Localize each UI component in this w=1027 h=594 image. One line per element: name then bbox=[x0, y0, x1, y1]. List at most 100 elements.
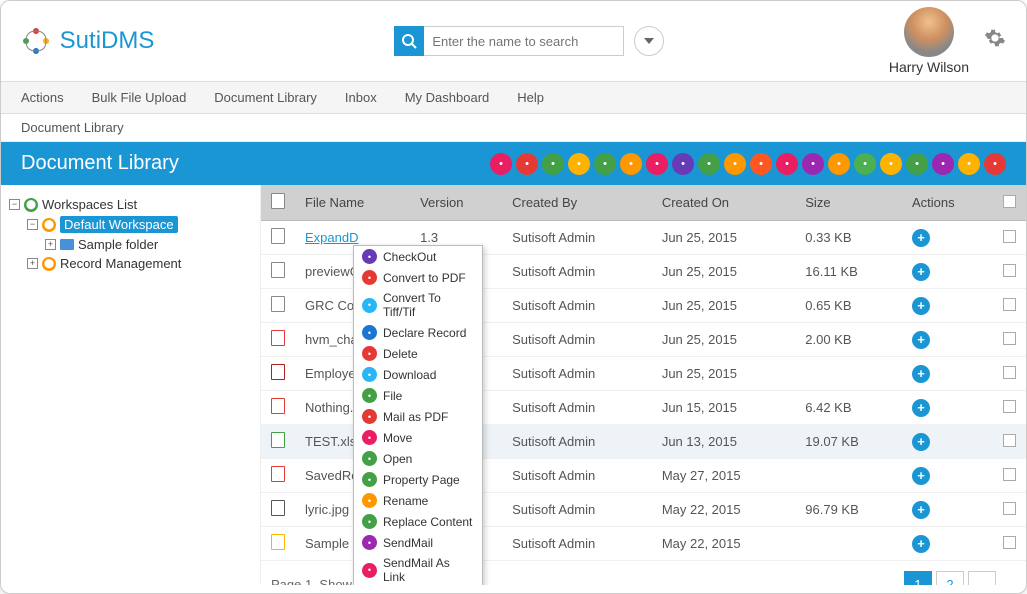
context-menu-item[interactable]: •Open bbox=[354, 448, 482, 469]
toolbar-icon[interactable]: • bbox=[490, 153, 512, 175]
row-checkbox[interactable] bbox=[1003, 298, 1016, 311]
context-item-icon: • bbox=[362, 346, 377, 361]
context-menu-item[interactable]: •Convert to PDF bbox=[354, 267, 482, 288]
table-header[interactable] bbox=[261, 185, 295, 221]
toolbar-icon[interactable]: • bbox=[516, 153, 538, 175]
workspace-icon: ⬤ bbox=[24, 198, 38, 212]
toolbar-icon[interactable]: • bbox=[646, 153, 668, 175]
context-menu-item[interactable]: •File bbox=[354, 385, 482, 406]
table-header[interactable]: Version bbox=[410, 185, 502, 221]
row-actions-button[interactable]: + bbox=[912, 229, 930, 247]
row-checkbox[interactable] bbox=[1003, 468, 1016, 481]
toolbar-icon[interactable]: • bbox=[984, 153, 1006, 175]
table-header[interactable]: Created On bbox=[652, 185, 795, 221]
avatar[interactable] bbox=[904, 7, 954, 57]
menu-item[interactable]: Inbox bbox=[345, 90, 377, 105]
context-menu-item[interactable]: •Convert To Tiff/Tif bbox=[354, 288, 482, 322]
table-header[interactable]: Created By bbox=[502, 185, 652, 221]
context-menu-item[interactable]: •Delete bbox=[354, 343, 482, 364]
toolbar-icon[interactable]: • bbox=[906, 153, 928, 175]
context-menu-item[interactable]: •Rename bbox=[354, 490, 482, 511]
context-menu-item[interactable]: •Download bbox=[354, 364, 482, 385]
table-header[interactable] bbox=[993, 185, 1026, 221]
tree-default-workspace[interactable]: − ⬤ Default Workspace bbox=[9, 214, 252, 235]
menu-item[interactable]: Actions bbox=[21, 90, 64, 105]
created-on-cell: Jun 25, 2015 bbox=[652, 323, 795, 357]
toolbar-icon[interactable]: • bbox=[880, 153, 902, 175]
toolbar-icon[interactable]: • bbox=[542, 153, 564, 175]
context-menu-item[interactable]: •Declare Record bbox=[354, 322, 482, 343]
tree-sample-folder[interactable]: + Sample folder bbox=[9, 235, 252, 254]
toolbar-icon[interactable]: • bbox=[828, 153, 850, 175]
search-input[interactable] bbox=[424, 26, 624, 56]
tree-toggle-icon[interactable]: + bbox=[27, 258, 38, 269]
gear-icon[interactable] bbox=[984, 27, 1006, 55]
search-wrap bbox=[394, 26, 664, 56]
row-checkbox[interactable] bbox=[1003, 400, 1016, 413]
row-checkbox[interactable] bbox=[1003, 502, 1016, 515]
toolbar-icon[interactable]: • bbox=[594, 153, 616, 175]
tree-root[interactable]: − ⬤ Workspaces List bbox=[9, 195, 252, 214]
row-checkbox[interactable] bbox=[1003, 230, 1016, 243]
created-by-cell: Sutisoft Admin bbox=[502, 221, 652, 255]
toolbar-icon[interactable]: • bbox=[776, 153, 798, 175]
pager-button[interactable]: → bbox=[968, 571, 996, 585]
row-checkbox[interactable] bbox=[1003, 434, 1016, 447]
menu-item[interactable]: Help bbox=[517, 90, 544, 105]
tree-toggle-icon[interactable]: + bbox=[45, 239, 56, 250]
row-actions-button[interactable]: + bbox=[912, 297, 930, 315]
row-actions-button[interactable]: + bbox=[912, 467, 930, 485]
toolbar-icon[interactable]: • bbox=[750, 153, 772, 175]
row-checkbox[interactable] bbox=[1003, 536, 1016, 549]
row-actions-button[interactable]: + bbox=[912, 365, 930, 383]
toolbar-icon[interactable]: • bbox=[672, 153, 694, 175]
size-cell: 19.07 KB bbox=[795, 425, 902, 459]
context-item-icon: • bbox=[362, 298, 377, 313]
table-header[interactable]: Size bbox=[795, 185, 902, 221]
context-menu-item[interactable]: •SendMail bbox=[354, 532, 482, 553]
toolbar-icon[interactable]: • bbox=[698, 153, 720, 175]
toolbar-icon[interactable]: • bbox=[568, 153, 590, 175]
context-item-label: Declare Record bbox=[383, 326, 466, 340]
context-menu-item[interactable]: •Move bbox=[354, 427, 482, 448]
menu-item[interactable]: Document Library bbox=[214, 90, 317, 105]
search-button[interactable] bbox=[394, 26, 424, 56]
tree-root-label: Workspaces List bbox=[42, 197, 137, 212]
toolbar-icon[interactable]: • bbox=[724, 153, 746, 175]
context-menu-item[interactable]: •CheckOut bbox=[354, 246, 482, 267]
row-checkbox[interactable] bbox=[1003, 332, 1016, 345]
file-name-link[interactable]: ExpandD bbox=[305, 230, 358, 245]
context-menu-item[interactable]: •Mail as PDF bbox=[354, 406, 482, 427]
row-actions-button[interactable]: + bbox=[912, 399, 930, 417]
context-menu-item[interactable]: •SendMail As Link bbox=[354, 553, 482, 585]
context-menu-item[interactable]: •Property Page bbox=[354, 469, 482, 490]
row-actions-button[interactable]: + bbox=[912, 433, 930, 451]
toolbar-icon[interactable]: • bbox=[620, 153, 642, 175]
context-item-label: Move bbox=[383, 431, 412, 445]
context-menu-item[interactable]: •Replace Content bbox=[354, 511, 482, 532]
row-checkbox[interactable] bbox=[1003, 264, 1016, 277]
tree-toggle-icon[interactable]: − bbox=[9, 199, 20, 210]
table-header[interactable]: File Name bbox=[295, 185, 410, 221]
tree-toggle-icon[interactable]: − bbox=[27, 219, 38, 230]
menu-item[interactable]: My Dashboard bbox=[405, 90, 490, 105]
row-actions-button[interactable]: + bbox=[912, 331, 930, 349]
logo-text: SutiDMS bbox=[60, 27, 155, 54]
row-checkbox[interactable] bbox=[1003, 366, 1016, 379]
row-actions-button[interactable]: + bbox=[912, 263, 930, 281]
page-title: Document Library bbox=[21, 152, 179, 175]
created-on-cell: May 22, 2015 bbox=[652, 493, 795, 527]
search-dropdown-button[interactable] bbox=[634, 26, 664, 56]
menu-item[interactable]: Bulk File Upload bbox=[92, 90, 187, 105]
select-all-checkbox[interactable] bbox=[1003, 195, 1016, 208]
toolbar-icon[interactable]: • bbox=[854, 153, 876, 175]
toolbar-icon[interactable]: • bbox=[958, 153, 980, 175]
toolbar-icon[interactable]: • bbox=[932, 153, 954, 175]
tree-record-mgmt[interactable]: + ⬤ Record Management bbox=[9, 254, 252, 273]
row-actions-button[interactable]: + bbox=[912, 535, 930, 553]
pager-button[interactable]: 2 bbox=[936, 571, 964, 585]
pager-button[interactable]: 1 bbox=[904, 571, 932, 585]
row-actions-button[interactable]: + bbox=[912, 501, 930, 519]
toolbar-icon[interactable]: • bbox=[802, 153, 824, 175]
table-header[interactable]: Actions bbox=[902, 185, 993, 221]
